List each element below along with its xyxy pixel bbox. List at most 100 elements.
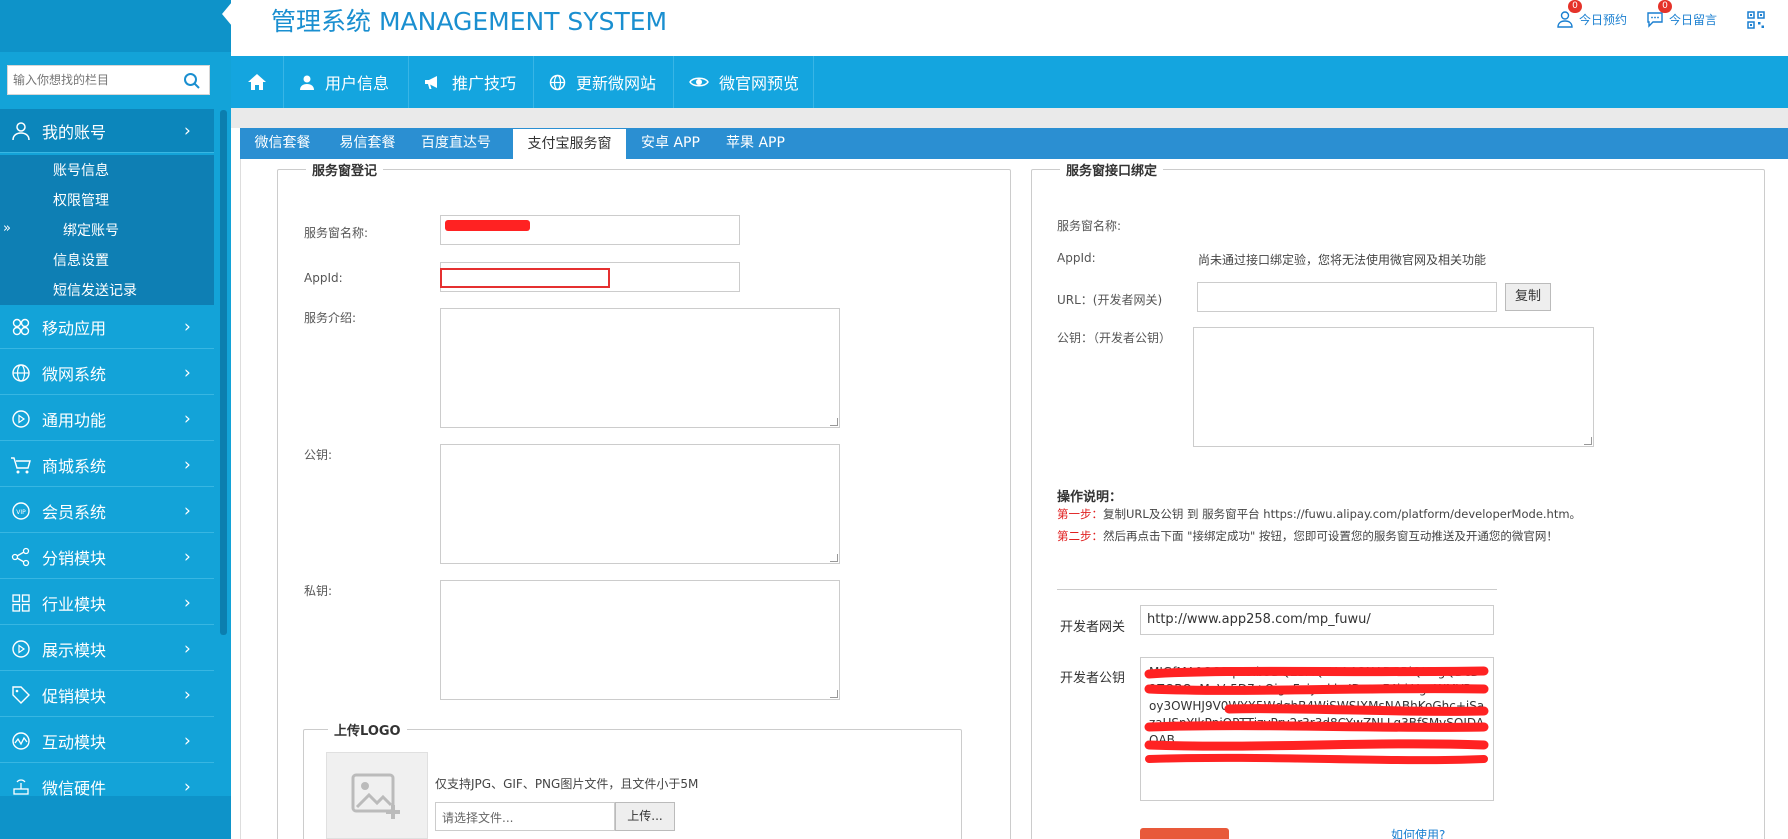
globe-icon (0, 363, 42, 383)
topnav-update-site[interactable]: 更新微网站 (534, 56, 674, 108)
submenu-item-permissions[interactable]: 权限管理 (53, 190, 109, 210)
dev-pubkey-textarea[interactable] (1193, 327, 1594, 447)
tab-wechat-package[interactable]: 微信套餐 (240, 128, 325, 159)
copy-button[interactable]: 复制 (1505, 283, 1551, 311)
grid-icon (0, 593, 42, 613)
qrcode-icon[interactable] (1747, 11, 1765, 33)
tag-icon (0, 685, 42, 705)
service-intro-textarea[interactable] (440, 308, 840, 428)
tab-bar: 微信套餐 易信套餐 百度直达号 支付宝服务窗 安卓 APP 苹果 APP (240, 128, 1788, 159)
chevron-right-icon: › (184, 592, 191, 613)
redaction-mark (445, 220, 530, 231)
share-icon (0, 547, 42, 567)
how-to-use-link[interactable]: 如何使用? (1391, 826, 1445, 839)
sidebar-scrollbar[interactable] (220, 110, 227, 635)
resize-handle-icon[interactable] (830, 554, 838, 562)
instruction-step-1: 第一步：复制URL及公钥 到 服务窗平台 https://fuwu.alipay… (1057, 506, 1581, 522)
step-1-prefix: 第一步： (1057, 507, 1103, 521)
search-icon[interactable] (183, 72, 201, 94)
topnav-promotion-tips[interactable]: 推广技巧 (409, 56, 534, 108)
sidebar-item-display[interactable]: 展示模块 › (0, 627, 214, 671)
file-name-input[interactable]: 请选择文件... (435, 802, 615, 831)
topnav-home[interactable] (231, 56, 284, 108)
cart-icon (0, 455, 42, 475)
sidebar-item-label: 分销模块 (42, 548, 107, 568)
messages-badge: 0 (1658, 0, 1672, 13)
svg-text:VIP: VIP (16, 509, 26, 516)
resize-handle-icon[interactable] (830, 418, 838, 426)
topnav-user-info[interactable]: 用户信息 (284, 56, 409, 108)
sidebar-item-label: 我的账号 (42, 122, 107, 142)
chevron-right-icon: › (184, 638, 191, 659)
tab-ios-app[interactable]: 苹果 APP (713, 128, 798, 159)
today-messages-label: 今日留言 (1669, 12, 1718, 27)
sidebar-item-label: 微信硬件 (42, 778, 107, 798)
submenu-item-bind-account[interactable]: 绑定账号 (63, 220, 119, 240)
private-key-label: 私钥: (304, 584, 333, 598)
submenu-item-account-info[interactable]: 账号信息 (53, 160, 109, 180)
sidebar-item-promotion[interactable]: 促销模块 › (0, 673, 214, 717)
sidebar-item-label: 会员系统 (42, 502, 107, 522)
tab-android-app[interactable]: 安卓 APP (628, 128, 713, 159)
public-key-label: 公钥: (304, 448, 333, 462)
sidebar-item-label: 展示模块 (42, 640, 107, 660)
image-placeholder-icon (326, 752, 428, 839)
sidebar-item-membership[interactable]: VIP 会员系统 › (0, 489, 214, 533)
tab-alipay-service-window[interactable]: 支付宝服务窗 (513, 129, 626, 159)
tab-yixin-package[interactable]: 易信套餐 (325, 128, 410, 159)
header: 管理系统 MANAGEMENT SYSTEM 0 今日预约 0 今日留言 (231, 0, 1788, 56)
chevron-right-icon: › (184, 316, 191, 337)
megaphone-icon (424, 74, 442, 90)
public-key-textarea[interactable] (440, 444, 840, 564)
router-icon (0, 777, 42, 797)
eye-icon (689, 75, 709, 89)
sidebar-item-interaction[interactable]: 互动模块 › (0, 719, 214, 763)
sidebar-item-common-functions[interactable]: 通用功能 › (0, 397, 214, 441)
chevron-right-icon: › (184, 454, 191, 475)
resize-handle-icon[interactable] (830, 690, 838, 698)
sidebar-item-industry[interactable]: 行业模块 › (0, 581, 214, 625)
today-appointments-link[interactable]: 0 今日预约 (1556, 0, 1628, 28)
private-key-textarea[interactable] (440, 580, 840, 700)
dev-key-label: 开发者公钥 (1060, 671, 1126, 686)
sidebar-item-my-account[interactable]: 我的账号 › (0, 109, 214, 153)
submenu-item-info-settings[interactable]: 信息设置 (53, 250, 109, 270)
sidebar-item-micro-web[interactable]: 微网系统 › (0, 351, 214, 395)
apps-icon (0, 317, 42, 337)
chevron-right-icon: › (184, 120, 191, 141)
submenu-item-sms-log[interactable]: 短信发送记录 (53, 280, 137, 300)
sidebar-item-mall[interactable]: 商城系统 › (0, 443, 214, 487)
sidebar-item-distribution[interactable]: 分销模块 › (0, 535, 214, 579)
instruction-step-2: 第二步：然后再点击下面 "接绑定成功" 按钮，您即可设置您的服务窗互动推送及开通… (1057, 528, 1558, 544)
today-messages-link[interactable]: 0 今日留言 (1646, 0, 1718, 28)
app-title: 管理系统 MANAGEMENT SYSTEM (271, 7, 668, 36)
play-icon (0, 409, 42, 429)
binding-appid-value: 尚未通过接口绑定验，您将无法使用微官网及相关功能 (1198, 253, 1487, 267)
url-label: URL：(开发者网关) (1057, 293, 1163, 307)
appid-label: AppId: (304, 271, 343, 285)
user-icon (299, 74, 315, 90)
step-1-text: 复制URL及公钥 到 服务窗平台 https://fuwu.alipay.com… (1103, 507, 1582, 521)
sidebar-submenu: 账号信息 权限管理 » 绑定账号 信息设置 短信发送记录 (0, 155, 214, 305)
sidebar-search-input[interactable] (8, 66, 178, 94)
redaction-box (440, 268, 610, 288)
service-intro-label: 服务介绍: (304, 311, 357, 325)
resize-handle-icon[interactable] (1584, 437, 1592, 445)
bind-success-button[interactable] (1140, 828, 1229, 839)
home-icon (247, 72, 267, 92)
chevron-right-icon: › (184, 500, 191, 521)
redaction-scribble (1144, 666, 1489, 765)
topnav-label: 推广技巧 (452, 74, 517, 93)
gray-band (231, 108, 1788, 128)
gateway-input[interactable]: http://www.app258.com/mp_fuwu/ (1140, 605, 1494, 635)
topnav-site-preview[interactable]: 微官网预览 (674, 56, 814, 108)
url-input[interactable] (1197, 282, 1497, 312)
chevron-right-icon: › (184, 730, 191, 751)
vip-icon: VIP (0, 501, 42, 521)
tab-baidu-direct[interactable]: 百度直达号 (410, 128, 502, 159)
user-icon (0, 121, 42, 141)
upload-button[interactable]: 上传... (615, 802, 675, 831)
sidebar: 我的账号 › 账号信息 权限管理 » 绑定账号 信息设置 短信发送记录 移动应用… (0, 0, 232, 839)
today-appointments-label: 今日预约 (1579, 12, 1628, 27)
sidebar-item-mobile-apps[interactable]: 移动应用 › (0, 305, 214, 349)
